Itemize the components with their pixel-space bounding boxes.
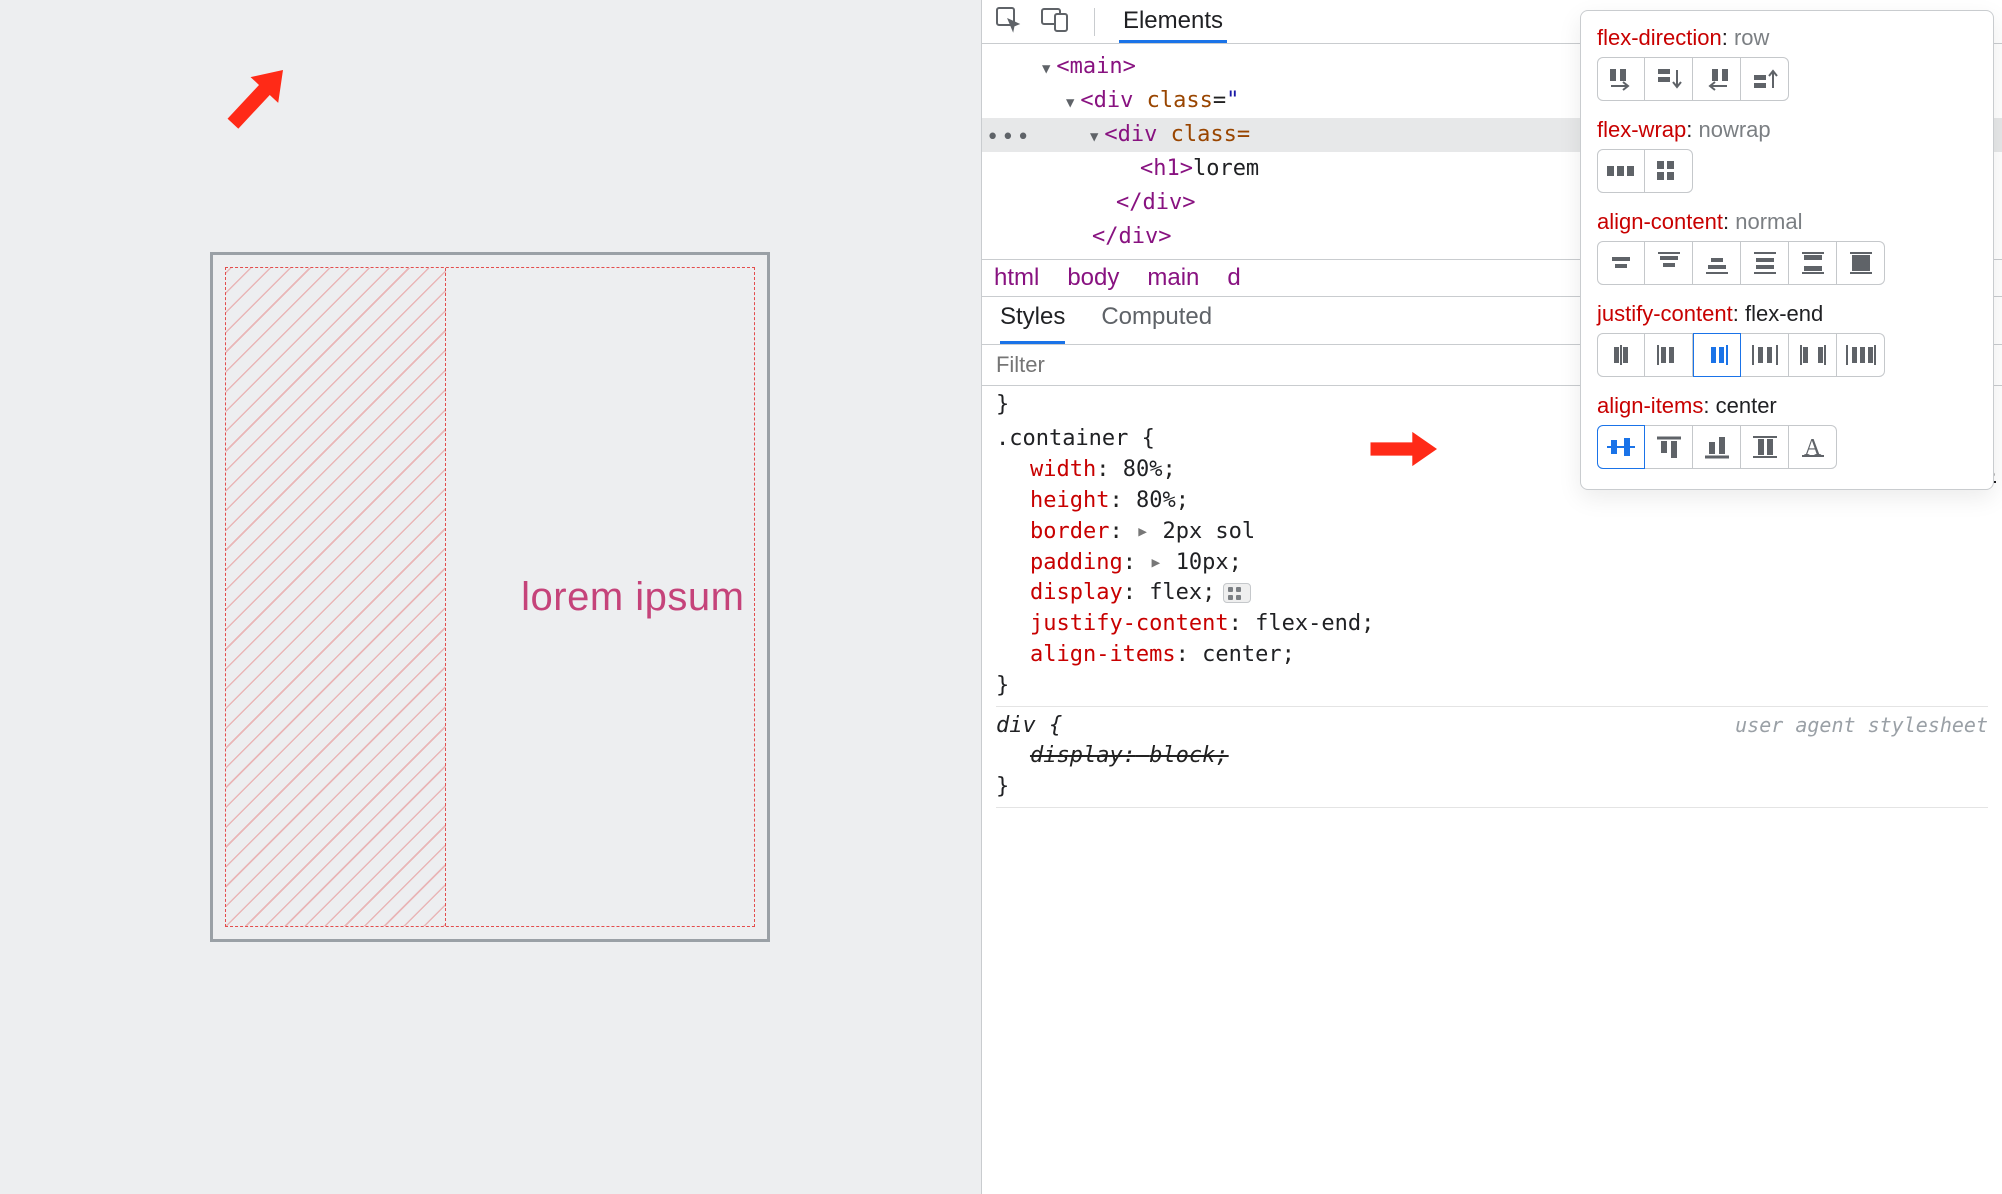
- devtools-panel: Elements <main> <div class=" •••<div cla…: [981, 0, 2002, 1194]
- align-content-options: [1597, 241, 1977, 285]
- tab-elements[interactable]: Elements: [1119, 1, 1227, 43]
- jc-evenly-icon[interactable]: [1837, 333, 1885, 377]
- fd-row-reverse-icon[interactable]: [1693, 57, 1741, 101]
- dom-node-div1[interactable]: <div: [1080, 88, 1133, 113]
- ac-around-icon[interactable]: [1741, 241, 1789, 285]
- container-box: lorem ipsum: [210, 252, 770, 942]
- page-viewport: lorem ipsum: [0, 0, 981, 1194]
- flex-wrap-options: [1597, 149, 1977, 193]
- jc-between-icon[interactable]: [1789, 333, 1837, 377]
- svg-text:A: A: [1804, 435, 1822, 461]
- bc-body[interactable]: body: [1067, 264, 1119, 292]
- align-items-options: A: [1597, 425, 1977, 469]
- fd-column-icon[interactable]: [1645, 57, 1693, 101]
- dom-node-main[interactable]: <main>: [1056, 54, 1135, 79]
- tab-computed[interactable]: Computed: [1101, 303, 1212, 344]
- ac-center-icon[interactable]: [1597, 241, 1645, 285]
- bc-main[interactable]: main: [1147, 264, 1199, 292]
- flex-editor-icon[interactable]: [1223, 583, 1251, 603]
- user-agent-label: user agent stylesheet: [1735, 711, 1988, 739]
- ai-stretch-icon[interactable]: [1741, 425, 1789, 469]
- ai-baseline-icon[interactable]: A: [1789, 425, 1837, 469]
- fd-row-icon[interactable]: [1597, 57, 1645, 101]
- flex-container: lorem ipsum: [225, 267, 755, 927]
- arrow-annotation-viewport: [223, 54, 300, 132]
- ac-between-icon[interactable]: [1789, 241, 1837, 285]
- dom-node-div2[interactable]: <div: [1104, 122, 1157, 147]
- jc-start-icon[interactable]: [1645, 333, 1693, 377]
- flexbox-editor-tooltip: flex-direction: row flex-wrap: nowrap al…: [1580, 10, 1994, 490]
- justify-content-options: [1597, 333, 1977, 377]
- bc-d[interactable]: d: [1227, 264, 1240, 292]
- device-toggle-icon[interactable]: [1040, 5, 1070, 38]
- flex-empty-space: [226, 268, 445, 926]
- fd-column-reverse-icon[interactable]: [1741, 57, 1789, 101]
- jc-center-icon[interactable]: [1597, 333, 1645, 377]
- jc-end-icon[interactable]: [1693, 333, 1741, 377]
- selected-indicator: •••: [986, 121, 1032, 155]
- ac-start-icon[interactable]: [1645, 241, 1693, 285]
- ai-center-icon[interactable]: [1597, 425, 1645, 469]
- filter-input[interactable]: [994, 351, 1254, 379]
- ai-start-icon[interactable]: [1645, 425, 1693, 469]
- fw-wrap-icon[interactable]: [1645, 149, 1693, 193]
- inspect-icon[interactable]: [994, 5, 1022, 38]
- dom-node-h1[interactable]: <h1>: [1140, 156, 1193, 181]
- tab-styles[interactable]: Styles: [1000, 303, 1065, 344]
- ai-end-icon[interactable]: [1693, 425, 1741, 469]
- ac-stretch-icon[interactable]: [1837, 241, 1885, 285]
- heading-text: lorem ipsum: [521, 575, 744, 620]
- fw-nowrap-icon[interactable]: [1597, 149, 1645, 193]
- jc-around-icon[interactable]: [1741, 333, 1789, 377]
- bc-html[interactable]: html: [994, 264, 1039, 292]
- flex-direction-options: [1597, 57, 1977, 101]
- ac-end-icon[interactable]: [1693, 241, 1741, 285]
